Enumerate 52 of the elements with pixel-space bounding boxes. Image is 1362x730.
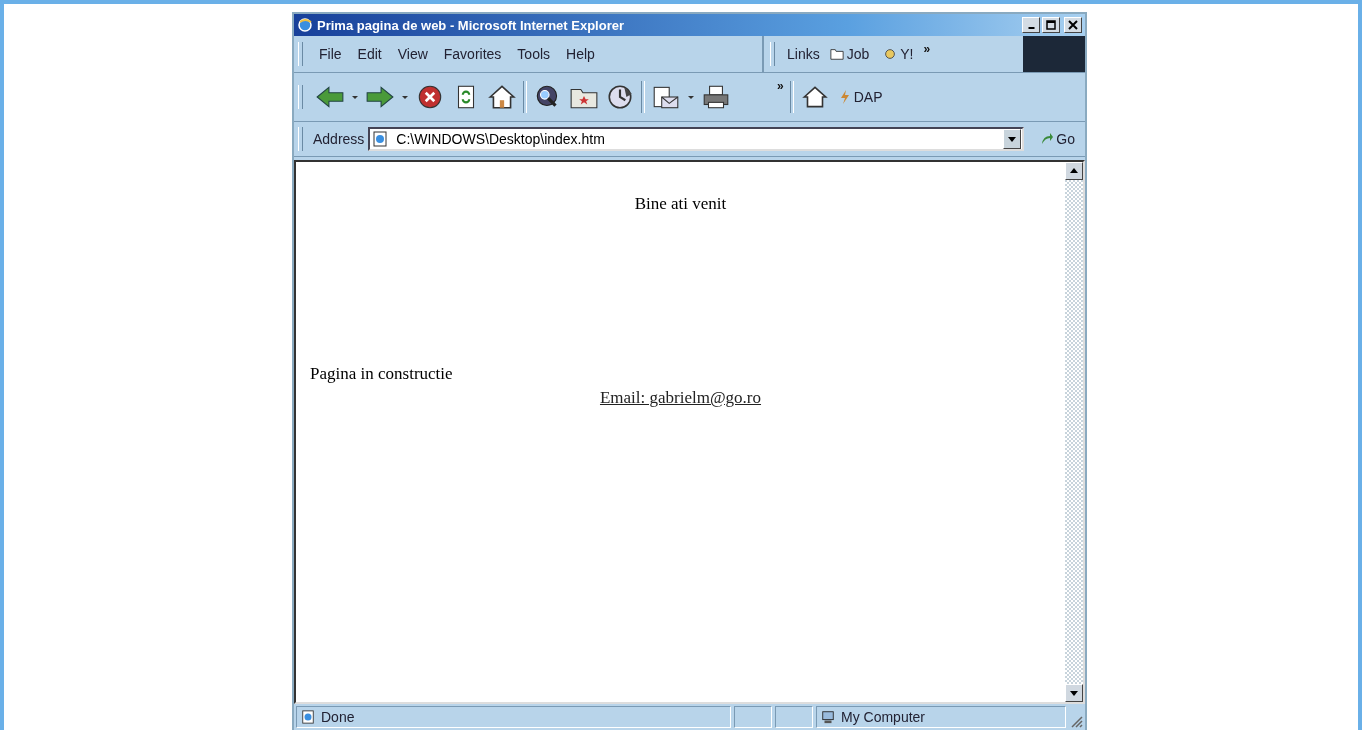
- link-button[interactable]: Y!: [879, 44, 918, 64]
- browser-logo-icon: [297, 17, 313, 33]
- minimize-icon: [1027, 27, 1035, 29]
- status-panel: [734, 706, 772, 728]
- mail-icon[interactable]: [651, 84, 681, 110]
- dap-button[interactable]: DAP: [835, 87, 885, 107]
- construction-text: Pagina in constructie: [310, 364, 454, 384]
- menu-item[interactable]: View: [391, 44, 434, 64]
- links-label: Links: [787, 46, 820, 62]
- close-icon: [1068, 20, 1078, 30]
- dropdown-button[interactable]: [1003, 129, 1022, 149]
- status-panel: [775, 706, 813, 728]
- printer-icon[interactable]: [701, 84, 731, 110]
- page-icon: [301, 710, 315, 724]
- zone-text: My Computer: [841, 709, 926, 725]
- scroll-down-button[interactable]: [1065, 684, 1083, 702]
- resize-grip-icon[interactable]: [1069, 714, 1083, 728]
- menu-item[interactable]: Favorites: [437, 44, 508, 64]
- dropdown-caret-icon[interactable]: [401, 93, 409, 101]
- status-text: Done: [321, 709, 355, 725]
- maximize-button[interactable]: [1042, 17, 1060, 33]
- menu-item[interactable]: Edit: [351, 44, 388, 64]
- dropdown-caret-icon[interactable]: [687, 93, 695, 101]
- page-icon: [372, 131, 389, 147]
- link-button[interactable]: Job: [825, 44, 874, 64]
- window-title: Prima pagina de web - Microsoft Internet Explorer: [317, 17, 625, 33]
- up-caret-icon: [1070, 167, 1078, 175]
- go-button[interactable]: Go: [1028, 129, 1085, 149]
- menu-item[interactable]: Tools: [511, 44, 557, 64]
- arrow-icon: [1040, 132, 1055, 146]
- back-arrow-icon[interactable]: [315, 84, 345, 110]
- forward-arrow-icon[interactable]: [365, 84, 395, 110]
- address-label: Address: [313, 131, 365, 147]
- menu-item[interactable]: Help: [560, 44, 601, 64]
- address-field[interactable]: C:\WINDOWS\Desktop\index.htm: [368, 127, 1025, 151]
- down-caret-icon: [1070, 689, 1078, 697]
- email-link[interactable]: Email: gabrielm@go.ro: [599, 388, 762, 407]
- minimize-button[interactable]: [1022, 17, 1040, 33]
- dropdown-caret-icon[interactable]: [351, 93, 359, 101]
- scrollbar[interactable]: [1065, 162, 1083, 702]
- welcome-text: Bine ati venit: [633, 194, 728, 214]
- brand-box: [1023, 36, 1085, 72]
- computer-icon: [821, 710, 835, 724]
- close-button[interactable]: [1064, 17, 1082, 33]
- more-chevron[interactable]: »: [923, 42, 931, 56]
- menu-item[interactable]: File: [313, 44, 348, 64]
- home-icon[interactable]: [487, 84, 517, 110]
- maximize-icon: [1046, 20, 1056, 30]
- folder-icon: [829, 47, 844, 61]
- caret-icon: [1008, 135, 1017, 143]
- scroll-up-button[interactable]: [1065, 162, 1083, 180]
- more-chevron[interactable]: »: [777, 79, 784, 93]
